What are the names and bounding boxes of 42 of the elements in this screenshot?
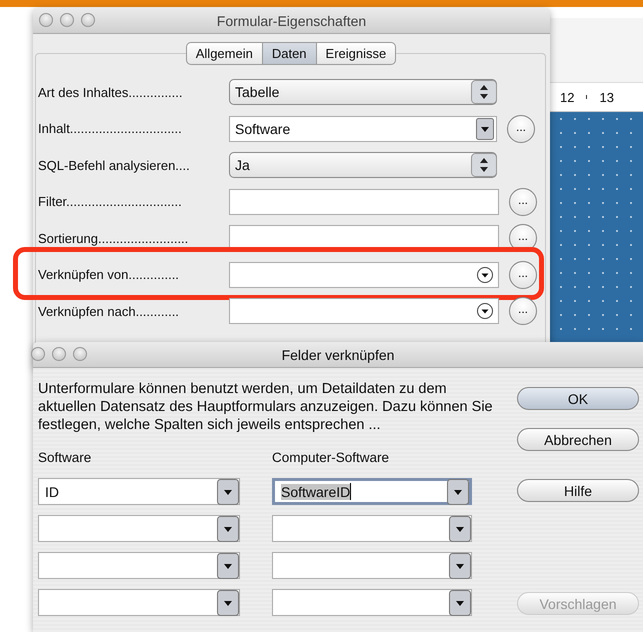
input-field[interactable] bbox=[229, 188, 499, 215]
tab[interactable]: Ereignisse bbox=[316, 42, 396, 65]
spinner-icon[interactable] bbox=[471, 153, 497, 178]
more-button[interactable]: ... bbox=[509, 188, 537, 216]
column-heading: Computer-Software bbox=[272, 450, 390, 467]
more-button[interactable]: ... bbox=[509, 297, 537, 326]
property-label: Verknüpfen nach............ bbox=[38, 304, 180, 319]
ruler-number: 12 bbox=[560, 90, 574, 104]
window-control-button[interactable] bbox=[60, 13, 74, 27]
dialog-button[interactable]: OK bbox=[517, 387, 639, 410]
combo-box[interactable]: SoftwareID bbox=[272, 478, 472, 505]
window-control-button[interactable] bbox=[52, 347, 66, 361]
window-control-button[interactable] bbox=[81, 13, 95, 27]
ruler-tick bbox=[586, 95, 588, 99]
window-title: Felder verknüpfen bbox=[282, 346, 394, 362]
dropdown-circle-icon[interactable] bbox=[476, 266, 494, 284]
property-label: Filter................................ bbox=[38, 194, 183, 210]
description-text: Unterformulare können benutzt werden, um Detaildaten zu dem aktuellen Datensatz des Hauptformulars anzuzeigen. Dazu können Sie festlegen, welche Spalten sich jeweils entsprechen ... bbox=[38, 380, 494, 434]
more-button[interactable]: ... bbox=[507, 114, 535, 143]
dialog-button[interactable]: Abbrechen bbox=[517, 428, 639, 451]
dropdown-circle-icon[interactable] bbox=[476, 302, 494, 320]
spinner-icon[interactable] bbox=[471, 80, 497, 104]
dropdown[interactable]: Tabelle bbox=[229, 79, 497, 106]
window-title: Formular-Eigenschaften bbox=[216, 12, 366, 28]
tab[interactable]: Daten bbox=[262, 42, 317, 65]
window-control-button[interactable] bbox=[31, 347, 45, 361]
window-control-button[interactable] bbox=[39, 13, 53, 27]
combo-box[interactable]: Software bbox=[229, 116, 497, 142]
combo-box[interactable]: ID bbox=[38, 478, 240, 505]
column-heading: Software bbox=[38, 450, 92, 467]
property-label: Verknüpfen von.............. bbox=[38, 267, 180, 282]
window-control-button[interactable] bbox=[73, 347, 87, 361]
property-label: Art des Inhaltes............... bbox=[38, 84, 184, 100]
dropdown[interactable]: Ja bbox=[229, 152, 497, 178]
more-button[interactable]: ... bbox=[509, 260, 537, 289]
text-cursor bbox=[350, 483, 352, 500]
property-label: SQL-Befehl analysieren.... bbox=[38, 158, 191, 173]
property-label: Sortierung......................... bbox=[38, 230, 190, 246]
property-label: Inhalt............................... bbox=[38, 121, 183, 136]
tab[interactable]: Allgemein bbox=[186, 42, 263, 65]
ruler-number: 13 bbox=[599, 90, 614, 104]
dialog-button[interactable]: Hilfe bbox=[517, 479, 639, 502]
